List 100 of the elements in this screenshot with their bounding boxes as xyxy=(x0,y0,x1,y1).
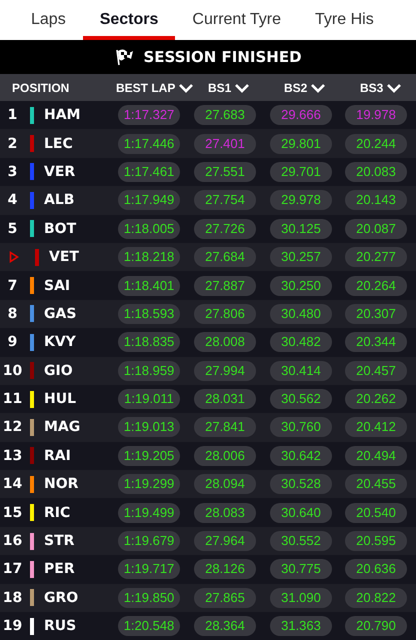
time-value: 29.666 xyxy=(270,105,332,126)
position-number: 7 xyxy=(6,278,18,294)
time-value: 20.790 xyxy=(345,616,407,636)
time-value: 1:18.835 xyxy=(118,332,180,352)
position-number: 14 xyxy=(2,476,24,492)
driver-code: ALB xyxy=(44,192,74,208)
time-value: 20.457 xyxy=(345,360,407,381)
time-value: 20.540 xyxy=(345,502,407,523)
time-value: 28.094 xyxy=(194,474,256,494)
time-value: 30.125 xyxy=(270,218,332,239)
time-value: 28.364 xyxy=(194,616,256,636)
time-value: 28.006 xyxy=(194,446,256,466)
column-header[interactable]: BS3 xyxy=(360,80,384,94)
time-value: 20.822 xyxy=(345,588,407,608)
time-value: 30.480 xyxy=(270,304,332,324)
driver-code: KVY xyxy=(44,334,76,350)
driver-code: HAM xyxy=(44,107,80,124)
banner-title: SESSION FINISHED xyxy=(143,48,302,66)
time-value: 1:19.679 xyxy=(118,531,180,552)
time-value: 1:19.499 xyxy=(118,502,180,523)
time-value: 31.363 xyxy=(270,616,332,636)
time-value: 27.684 xyxy=(194,247,256,268)
time-value: 1:18.959 xyxy=(118,360,180,381)
driver-code: VET xyxy=(49,249,79,266)
time-value: 30.642 xyxy=(270,446,332,466)
position-number: 15 xyxy=(2,504,24,521)
time-value: 28.126 xyxy=(194,559,256,580)
driver-code: RUS xyxy=(44,618,76,634)
position-number: 16 xyxy=(2,533,24,550)
time-value: 1:18.005 xyxy=(118,218,180,239)
time-value: 20.277 xyxy=(345,247,407,268)
time-value: 30.552 xyxy=(270,531,332,552)
time-value: 30.640 xyxy=(270,502,332,523)
time-value: 30.760 xyxy=(270,417,332,438)
driver-code: RIC xyxy=(44,504,70,521)
time-value: 1:18.401 xyxy=(118,276,180,296)
time-value: 1:17.446 xyxy=(118,134,180,154)
time-value: 27.754 xyxy=(194,190,256,210)
position-number: 12 xyxy=(2,419,24,436)
driver-code: LEC xyxy=(44,136,73,152)
time-value: 28.008 xyxy=(194,332,256,352)
time-value: 20.307 xyxy=(345,304,407,324)
position-number: 8 xyxy=(6,306,18,322)
time-value: 29.801 xyxy=(270,134,332,154)
driver-code: GIO xyxy=(44,362,73,379)
time-value: 30.250 xyxy=(270,276,332,296)
position-number: 11 xyxy=(2,391,24,408)
time-value: 1:19.717 xyxy=(118,559,180,580)
position-number: 9 xyxy=(6,334,18,350)
driver-code: HUL xyxy=(44,391,76,408)
time-value: 27.551 xyxy=(194,162,256,182)
time-value: 1:19.850 xyxy=(118,588,180,608)
position-number: 4 xyxy=(6,192,18,208)
time-value: 20.455 xyxy=(345,474,407,494)
time-value: 31.090 xyxy=(270,588,332,608)
position-number: 10 xyxy=(2,362,24,379)
column-header[interactable]: BS1 xyxy=(208,80,232,94)
time-value: 28.031 xyxy=(194,389,256,410)
time-value: 30.257 xyxy=(270,247,332,268)
time-value: 27.865 xyxy=(194,588,256,608)
time-value: 20.262 xyxy=(345,389,407,410)
time-value: 20.494 xyxy=(345,446,407,466)
time-value: 27.994 xyxy=(194,360,256,381)
time-value: 27.964 xyxy=(194,531,256,552)
tab[interactable]: Tyre His xyxy=(298,0,391,40)
driver-code: MAG xyxy=(44,419,80,436)
driver-code: GAS xyxy=(44,306,76,322)
time-value: 27.683 xyxy=(194,105,256,126)
driver-code: VER xyxy=(44,164,76,180)
time-value: 27.401 xyxy=(194,134,256,154)
time-value: 1:20.548 xyxy=(118,616,180,636)
driver-code: RAI xyxy=(44,448,71,464)
time-value: 19.978 xyxy=(345,105,407,126)
tab[interactable]: Laps xyxy=(14,0,83,40)
time-value: 1:19.013 xyxy=(118,417,180,438)
time-value: 20.636 xyxy=(345,559,407,580)
time-value: 1:19.299 xyxy=(118,474,180,494)
checkered-flag-icon xyxy=(114,48,134,66)
column-header[interactable]: BEST LAP xyxy=(116,80,176,94)
position-number: 18 xyxy=(2,590,24,606)
tab[interactable]: Current Tyre xyxy=(175,0,298,40)
position-number: 2 xyxy=(6,136,18,152)
driver-code: STR xyxy=(44,533,74,550)
time-value: 1:17.327 xyxy=(118,105,180,126)
driver-code: BOT xyxy=(44,220,76,237)
time-value: 1:17.461 xyxy=(118,162,180,182)
time-value: 1:19.205 xyxy=(118,446,180,466)
time-value: 20.083 xyxy=(345,162,407,182)
time-value: 20.143 xyxy=(345,190,407,210)
position-number: 17 xyxy=(2,561,24,578)
time-value: 27.806 xyxy=(194,304,256,324)
time-value: 20.412 xyxy=(345,417,407,438)
time-value: 1:17.949 xyxy=(118,190,180,210)
time-value: 1:18.218 xyxy=(118,247,180,268)
time-value: 27.841 xyxy=(194,417,256,438)
column-header[interactable]: BS2 xyxy=(284,80,308,94)
time-value: 30.775 xyxy=(270,559,332,580)
time-value: 29.701 xyxy=(270,162,332,182)
time-value: 30.528 xyxy=(270,474,332,494)
time-value: 20.244 xyxy=(345,134,407,154)
